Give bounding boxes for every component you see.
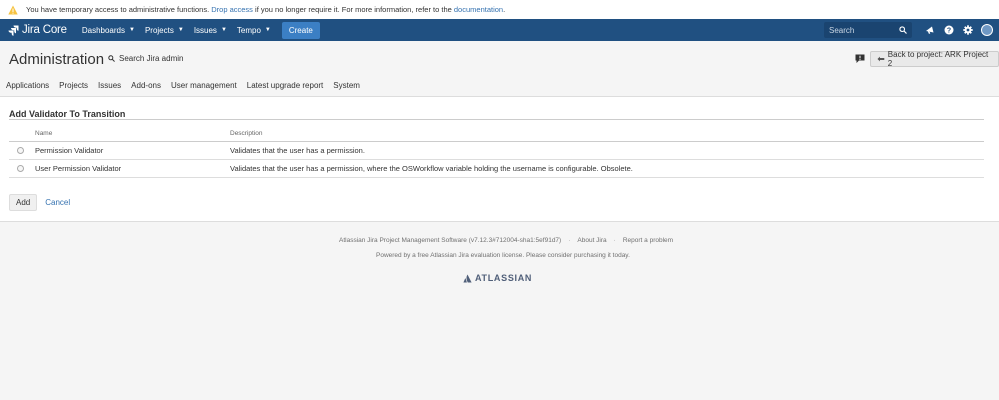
help-button[interactable]: ?: [939, 19, 958, 41]
admin-tabs: Applications Projects Issues Add-ons Use…: [6, 81, 370, 90]
chevron-down-icon: ▼: [129, 27, 135, 33]
validator-radio[interactable]: [17, 164, 24, 172]
nav-dashboards-label: Dashboards: [81, 25, 125, 35]
license-notice: Powered by a free Atlassian Jira evaluat…: [376, 252, 630, 259]
tab-applications[interactable]: Applications: [6, 81, 49, 90]
avatar[interactable]: [981, 24, 993, 36]
chevron-down-icon: ▼: [177, 27, 184, 33]
about-jira-link[interactable]: About Jira: [577, 237, 606, 244]
drop-access-link[interactable]: Drop access: [211, 5, 253, 14]
search-icon: [899, 26, 907, 34]
search-placeholder: Search: [829, 25, 855, 35]
documentation-link[interactable]: documentation: [454, 5, 503, 14]
tab-projects[interactable]: Projects: [59, 81, 88, 90]
validator-radio[interactable]: [17, 146, 24, 154]
tab-add-ons[interactable]: Add-ons: [131, 81, 161, 90]
nav-issues-label: Issues: [193, 25, 217, 35]
form-heading: Add Validator To Transition: [9, 109, 126, 119]
gear-icon: [962, 25, 973, 35]
validator-name: User Permission Validator: [35, 159, 230, 178]
warning-icon: [8, 5, 18, 14]
radio-cell: [9, 159, 35, 178]
radio-column-header: [9, 126, 35, 142]
footer-separator: ·: [568, 237, 571, 244]
software-version: Atlassian Jira Project Management Softwa…: [339, 237, 562, 244]
back-button-label: Back to project: ARK Project 2: [887, 50, 989, 68]
svg-text:?: ?: [946, 28, 950, 35]
jira-logo[interactable]: Jira Core: [0, 24, 67, 36]
top-navigation: Jira Core Dashboards ▼ Projects ▼ Issues ▼ …: [0, 19, 999, 41]
admin-access-banner: You have temporary access to administrat…: [0, 0, 999, 19]
page-title: Administration: [9, 51, 105, 68]
table-row: Permission Validator Validates that the …: [9, 141, 984, 160]
banner-text-middle: if you no longer require it. For more in…: [255, 5, 452, 14]
main-content: Add Validator To Transition Name Descrip…: [0, 97, 999, 222]
validator-description: Validates that the user has a permission…: [230, 159, 984, 178]
validator-description: Validates that the user has a permission…: [230, 141, 984, 160]
add-button[interactable]: Add: [9, 194, 38, 211]
tab-user-management[interactable]: User management: [171, 81, 237, 90]
tab-system[interactable]: System: [333, 81, 360, 90]
nav-issues[interactable]: Issues ▼: [189, 19, 232, 41]
jira-logo-icon: [8, 25, 19, 36]
atlassian-logo-icon: [463, 274, 472, 282]
form-actions: Add Cancel: [9, 194, 70, 211]
footer-separator: ·: [613, 237, 616, 244]
table-row: User Permission Validator Validates that…: [9, 159, 984, 178]
table-header-row: Name Description: [9, 126, 984, 142]
nav-projects-label: Projects: [144, 25, 174, 35]
validator-name: Permission Validator: [35, 141, 230, 160]
global-search-input[interactable]: Search: [824, 22, 912, 38]
admin-search-input[interactable]: Search Jira admin: [108, 54, 183, 63]
back-arrow-icon: [877, 56, 885, 62]
tab-issues[interactable]: Issues: [98, 81, 121, 90]
chevron-down-icon: ▼: [220, 27, 227, 33]
radio-cell: [9, 141, 35, 160]
admin-header: Administration Search Jira admin Back to…: [0, 41, 999, 97]
help-icon: ?: [944, 25, 953, 35]
logo-text: Jira Core: [22, 24, 67, 36]
heading-divider: [9, 119, 984, 120]
banner-text-before: You have temporary access to administrat…: [26, 5, 210, 14]
nav-projects[interactable]: Projects ▼: [140, 19, 189, 41]
search-icon: [108, 55, 115, 62]
banner-text-end: .: [503, 5, 506, 14]
notification-button[interactable]: [920, 19, 939, 41]
notification-icon: [925, 26, 933, 34]
tab-latest-upgrade-report[interactable]: Latest upgrade report: [247, 81, 324, 90]
settings-button[interactable]: [958, 19, 977, 41]
footer-info: Atlassian Jira Project Management Softwa…: [339, 237, 673, 244]
validators-table: Name Description Permission Validator Va…: [9, 126, 984, 178]
admin-search-placeholder: Search Jira admin: [119, 54, 184, 63]
report-problem-link[interactable]: Report a problem: [623, 237, 673, 244]
nav-right-tools: Search ?: [824, 19, 999, 41]
nav-tempo[interactable]: Tempo ▼: [232, 19, 276, 41]
nav-dashboards[interactable]: Dashboards ▼: [77, 19, 140, 41]
description-column-header: Description: [230, 126, 984, 142]
feedback-icon[interactable]: [855, 54, 865, 64]
chevron-down-icon: ▼: [264, 27, 271, 33]
atlassian-wordmark: ATLASSIAN: [475, 273, 533, 283]
name-column-header: Name: [35, 126, 230, 142]
atlassian-logo[interactable]: ATLASSIAN: [463, 273, 532, 283]
nav-tempo-label: Tempo: [236, 25, 261, 35]
cancel-link[interactable]: Cancel: [45, 198, 70, 207]
back-to-project-button[interactable]: Back to project: ARK Project 2: [870, 50, 999, 68]
footer: Atlassian Jira Project Management Softwa…: [0, 222, 999, 400]
create-button[interactable]: Create: [281, 21, 320, 39]
